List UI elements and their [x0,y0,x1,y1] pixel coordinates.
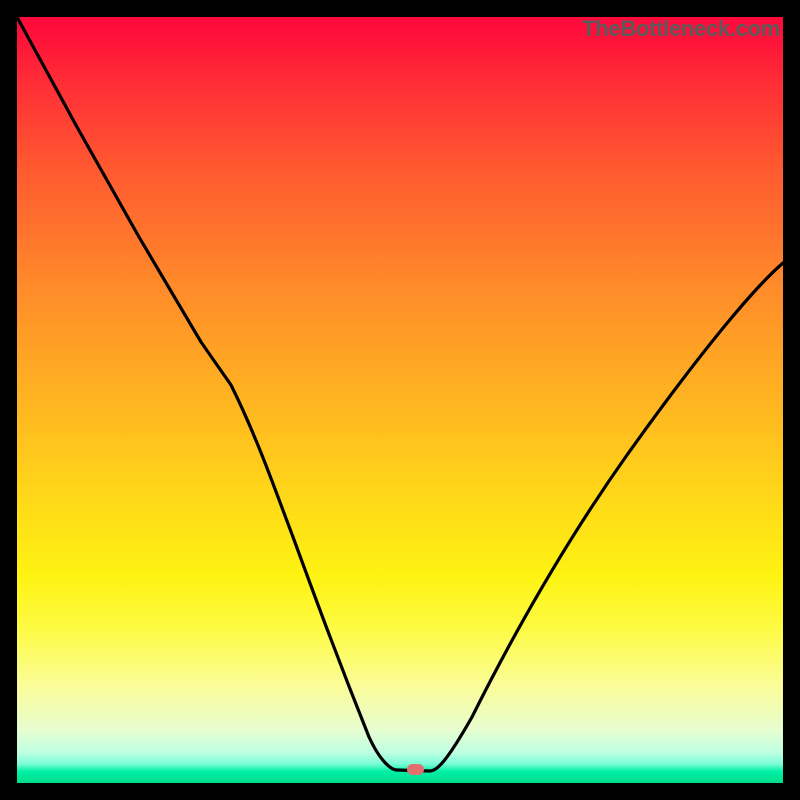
curve-path [17,17,783,771]
chart-plot-area: TheBottleneck.com [17,17,783,783]
chart-frame: TheBottleneck.com [0,0,800,800]
optimal-point-marker [407,764,424,775]
chart-curve [17,17,783,783]
